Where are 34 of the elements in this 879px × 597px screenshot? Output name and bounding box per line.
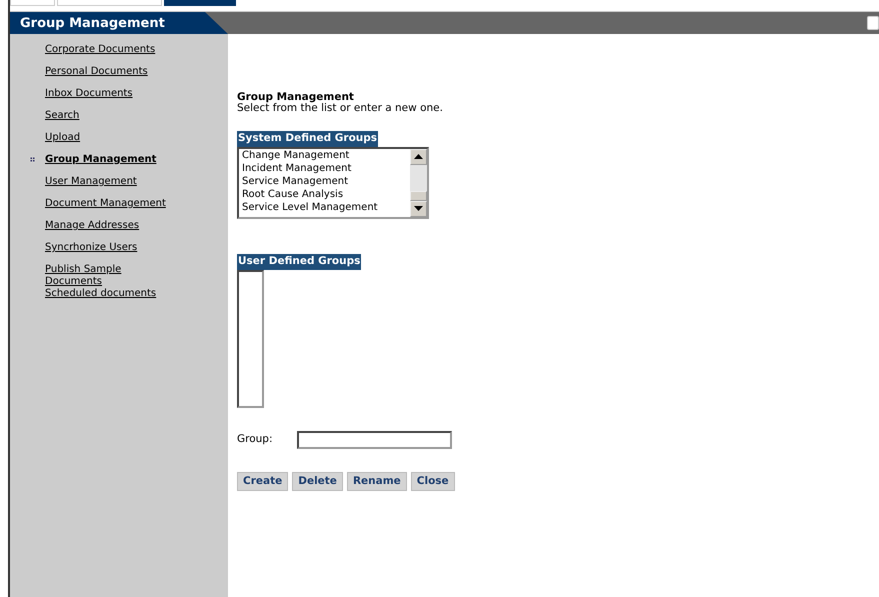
user-groups-listbox[interactable]: [237, 270, 264, 408]
sidebar-link[interactable]: Syncrhonize Users: [45, 242, 138, 254]
page-title: Group Management: [10, 12, 228, 34]
sidebar-link[interactable]: User Management: [45, 176, 137, 188]
group-input-field[interactable]: [297, 430, 452, 448]
sidebar-link[interactable]: Upload: [45, 132, 80, 144]
scroll-up-icon[interactable]: [410, 148, 427, 165]
list-option[interactable]: Incident Management: [239, 162, 410, 175]
action-button[interactable]: Create: [237, 472, 288, 490]
sidebar-link[interactable]: Inbox Documents: [45, 88, 133, 100]
sidebar-link[interactable]: Document Management: [45, 198, 166, 210]
sidebar-link[interactable]: Scheduled documents: [45, 288, 156, 300]
instructions-text: Select from the list or enter a new one.: [237, 103, 444, 114]
section-heading: Group Management: [237, 92, 355, 103]
list-option[interactable]: Change Management: [239, 148, 410, 162]
sidebar-link[interactable]: Corporate Documents: [45, 44, 156, 56]
sidebar-link[interactable]: Personal Documents: [45, 66, 148, 78]
action-button[interactable]: Rename: [346, 472, 407, 490]
field-label: Group:: [237, 432, 274, 447]
list-option[interactable]: Root Cause Analysis: [239, 188, 410, 201]
sidebar-link[interactable]: Publish Sample Documents: [45, 264, 170, 288]
listbox-label: User Defined Groups: [237, 254, 362, 270]
scrollbar[interactable]: [410, 148, 427, 217]
system-groups-listbox[interactable]: Change Management Incident Management Service Management Root Cause Analysis Service Level Management: [237, 146, 429, 219]
scroll-thumb[interactable]: [410, 190, 427, 201]
action-button[interactable]: Close: [410, 472, 455, 490]
listbox-label: System Defined Groups: [237, 131, 378, 147]
list-option[interactable]: Service Management: [239, 174, 410, 188]
action-button[interactable]: Delete: [292, 472, 343, 490]
sidebar-link[interactable]: Group Management: [45, 154, 156, 166]
sidebar-link[interactable]: Manage Addresses: [45, 220, 140, 232]
sidebar-link[interactable]: Search: [45, 110, 80, 122]
scroll-down-icon[interactable]: [410, 200, 427, 217]
list-option[interactable]: Service Level Management: [239, 200, 410, 214]
